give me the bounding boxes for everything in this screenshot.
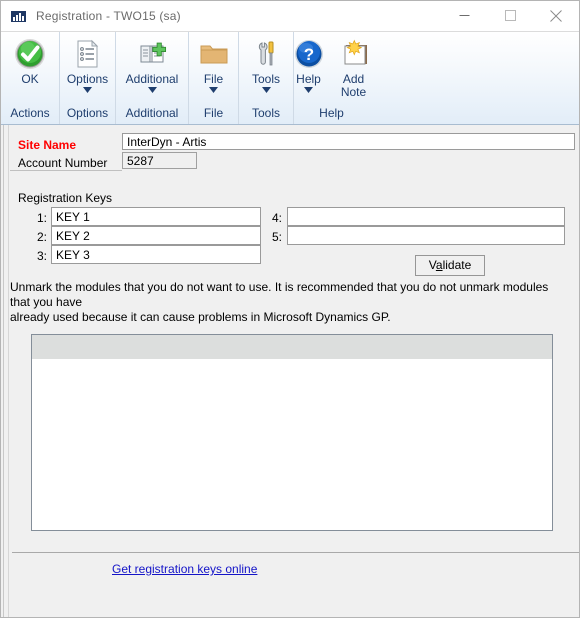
key-1-input[interactable] <box>51 207 261 226</box>
instructions-line-2: already used because it can cause proble… <box>10 310 391 324</box>
ribbon-group-label-actions: Actions <box>10 106 50 120</box>
ribbon-group-label-tools: Tools <box>251 106 280 120</box>
registration-keys-label: Registration Keys <box>18 191 113 205</box>
registration-form: Site Name Account Number Registration Ke… <box>10 125 579 617</box>
modules-list-body[interactable] <box>32 360 552 530</box>
title-bar: Registration - TWO15 (sa) <box>1 1 579 32</box>
modules-list-header <box>32 335 552 360</box>
ribbon-group-actions: OK Actions <box>1 32 60 124</box>
ok-button[interactable]: OK <box>8 35 52 86</box>
validate-button-suffix: lidate <box>442 258 472 272</box>
ribbon-group-label-help: Help <box>319 106 344 120</box>
ribbon-group-label-file: File <box>203 106 224 120</box>
close-button[interactable] <box>533 1 579 30</box>
content-area: Site Name Account Number Registration Ke… <box>1 125 579 617</box>
site-name-input[interactable] <box>122 133 575 150</box>
validate-button-prefix: V <box>428 258 436 272</box>
key-5-input[interactable] <box>287 226 565 245</box>
blue-question-circle-icon: ? <box>293 37 325 71</box>
ribbon-group-additional: Additional Additional <box>116 32 189 124</box>
ribbon-group-help: ? Help Add Note Help <box>294 32 369 124</box>
folder-icon <box>198 37 230 71</box>
chevron-down-icon[interactable] <box>82 87 92 93</box>
tools-button[interactable]: Tools <box>244 35 288 93</box>
key-3-number: 3: <box>36 249 47 263</box>
ribbon-group-label-additional: Additional <box>125 106 179 120</box>
chevron-down-icon[interactable] <box>209 87 218 93</box>
minimize-icon <box>459 15 469 16</box>
instructions-text: Unmark the modules that you do not want … <box>10 280 570 325</box>
document-plus-icon <box>136 37 168 71</box>
get-registration-keys-link[interactable]: Get registration keys online <box>112 562 257 576</box>
instructions-line-1: Unmark the modules that you do not want … <box>10 280 549 309</box>
ok-button-label: OK <box>21 72 39 86</box>
additional-button-label: Additional <box>125 72 179 86</box>
help-button[interactable]: ? Help <box>287 35 331 93</box>
left-scroll-rail[interactable] <box>1 125 9 617</box>
key-4-number: 4: <box>271 211 282 225</box>
footer-divider <box>12 552 579 553</box>
key-3-input[interactable] <box>51 245 261 264</box>
svg-text:?: ? <box>303 45 313 64</box>
validate-button-accel: a <box>435 258 443 272</box>
ribbon-toolbar: OK Actions Options Options Additional Ad… <box>1 32 579 125</box>
options-button-label: Options <box>66 72 109 86</box>
chevron-down-icon[interactable] <box>261 87 271 93</box>
window-title: Registration - TWO15 (sa) <box>36 9 181 23</box>
account-number-input[interactable] <box>122 152 197 169</box>
bar-chart-icon <box>11 11 26 22</box>
chevron-down-icon[interactable] <box>304 87 313 93</box>
chevron-down-icon[interactable] <box>147 87 157 93</box>
ribbon-group-file: File File <box>189 32 239 124</box>
green-check-circle-icon <box>14 37 46 71</box>
file-button[interactable]: File <box>192 35 236 93</box>
close-icon <box>550 9 562 22</box>
options-button[interactable]: Options <box>61 35 114 93</box>
key-2-input[interactable] <box>51 226 261 245</box>
registration-window: Registration - TWO15 (sa) OK Actions Opt… <box>0 0 580 618</box>
key-2-number: 2: <box>36 230 47 244</box>
modules-list[interactable] <box>31 334 553 531</box>
add-note-icon <box>338 37 370 71</box>
help-button-label: Help <box>296 72 321 86</box>
validate-button[interactable]: Validate <box>415 255 485 276</box>
key-4-input[interactable] <box>287 207 565 226</box>
site-name-label: Site Name <box>18 138 77 152</box>
additional-button[interactable]: Additional <box>120 35 185 93</box>
document-list-icon <box>71 37 103 71</box>
ribbon-group-options: Options Options <box>60 32 116 124</box>
divider <box>10 170 122 171</box>
file-button-label: File <box>203 72 224 86</box>
account-number-label: Account Number <box>18 156 108 170</box>
maximize-icon <box>504 10 516 21</box>
wrench-screwdriver-icon <box>250 37 282 71</box>
tools-button-label: Tools <box>251 72 280 86</box>
key-5-number: 5: <box>271 230 282 244</box>
ribbon-group-label-options: Options <box>66 106 109 120</box>
key-1-number: 1: <box>36 211 47 225</box>
maximize-button[interactable] <box>487 1 533 30</box>
add-note-button[interactable]: Add Note <box>331 35 377 99</box>
minimize-button[interactable] <box>441 1 487 30</box>
window-controls <box>441 1 579 30</box>
add-note-button-label: Add Note <box>340 72 367 99</box>
